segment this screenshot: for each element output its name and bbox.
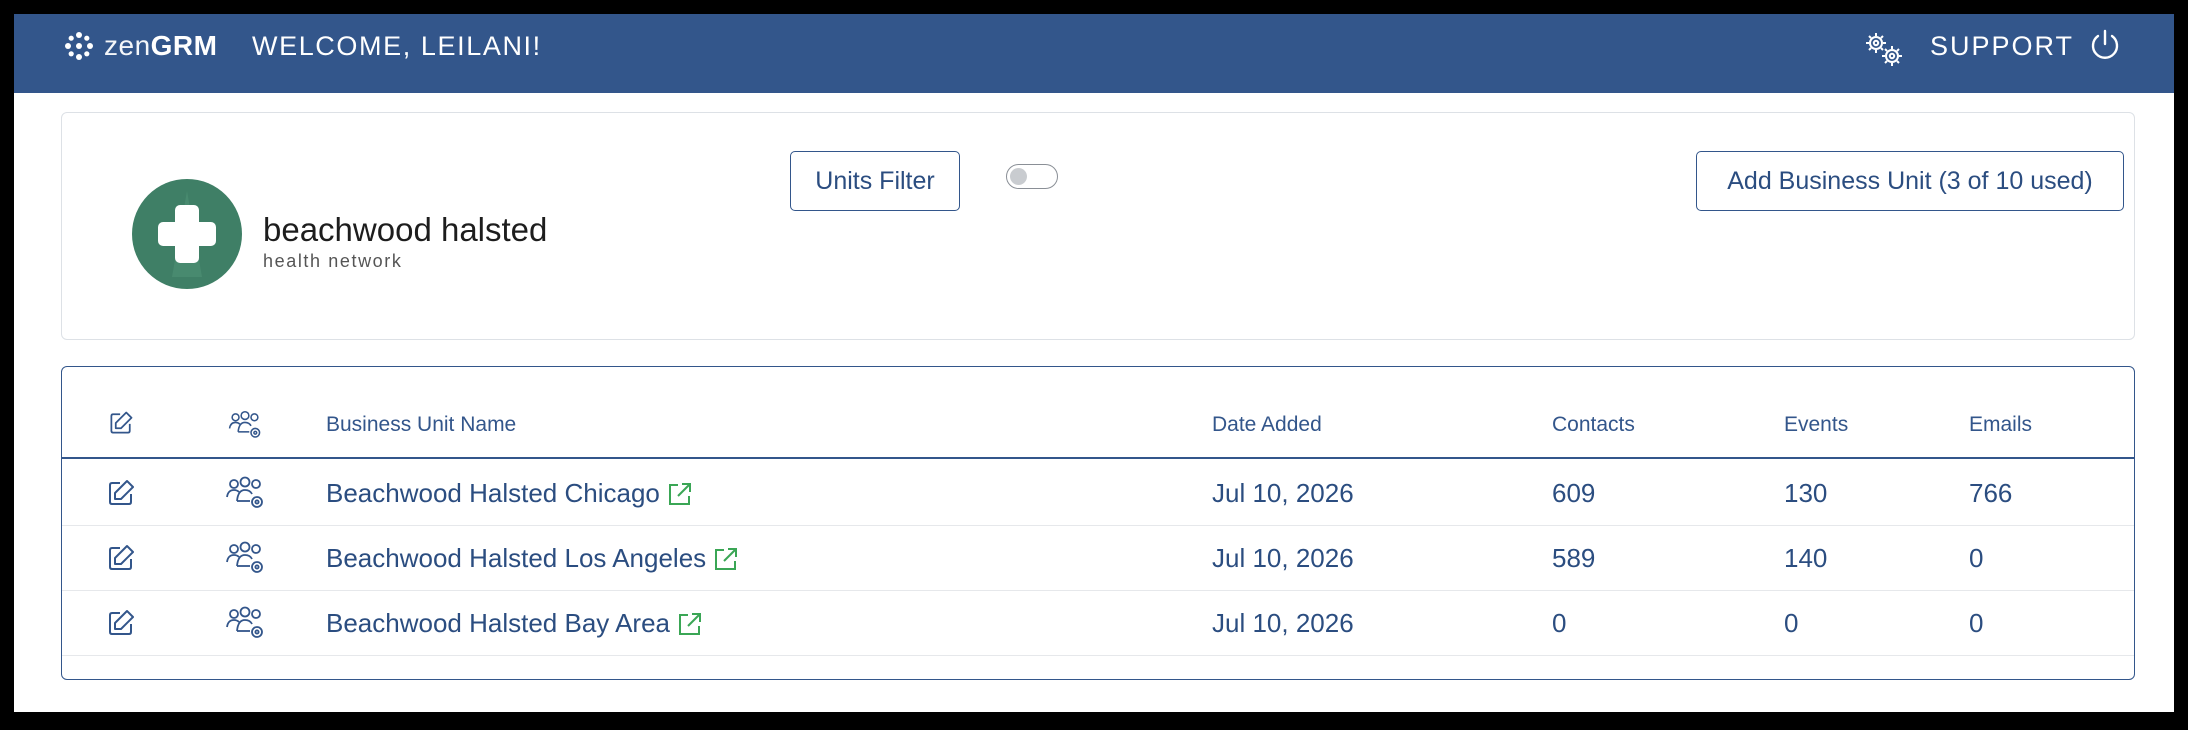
business-unit-link[interactable]: Beachwood Halsted Los Angeles [326,526,740,591]
contacts-count: 589 [1552,543,1596,573]
date-added: Jul 10, 2026 [1212,543,1354,573]
logo-grm: GRM [150,30,218,61]
power-logout-icon[interactable] [2088,28,2122,62]
contacts-count: 0 [1552,608,1567,638]
edit-icon[interactable] [105,607,137,639]
table-row: Beachwood Halsted Chicago Jul 10, 2026 6… [62,461,2134,526]
contacts-count: 609 [1552,478,1596,508]
app-frame: zenGRM WELCOME, LEILANI! SUPPORT beachwo… [14,14,2174,712]
logo-zen: zen [104,30,151,61]
organization-name: beachwood halsted [263,211,548,248]
business-unit-name[interactable]: Beachwood Halsted Chicago [326,461,660,526]
column-header-date[interactable]: Date Added [1212,413,1322,437]
organization-subtitle: health network [263,251,403,271]
toggle-knob [1010,168,1027,185]
users-settings-icon[interactable] [224,605,266,641]
edit-icon[interactable] [105,477,137,509]
external-link-icon[interactable] [712,545,740,573]
column-header-events[interactable]: Events [1784,413,1848,437]
units-filter-toggle[interactable] [1006,164,1058,189]
column-header-name[interactable]: Business Unit Name [326,413,516,437]
settings-gears-icon[interactable] [1862,29,1906,69]
table-row: Beachwood Halsted Bay Area Jul 10, 2026 … [62,591,2134,656]
external-link-icon[interactable] [666,480,694,508]
business-unit-link[interactable]: Beachwood Halsted Chicago [326,461,694,526]
welcome-message: WELCOME, LEILANI! [252,31,542,61]
events-count: 140 [1784,543,1828,573]
zengrm-logo[interactable]: zenGRM [62,26,217,66]
column-header-contacts[interactable]: Contacts [1552,413,1635,437]
table-row: Beachwood Halsted Los Angeles Jul 10, 20… [62,526,2134,591]
business-unit-name[interactable]: Beachwood Halsted Bay Area [326,591,670,656]
emails-count: 0 [1969,608,1984,638]
support-link[interactable]: SUPPORT [1930,14,2074,78]
users-settings-icon[interactable] [224,540,266,576]
emails-count: 766 [1969,478,2013,508]
edit-icon[interactable] [105,542,137,574]
business-units-table: Business Unit Name Date Added Contacts E… [61,366,2135,680]
table-header: Business Unit Name Date Added Contacts E… [62,367,2134,459]
date-added: Jul 10, 2026 [1212,478,1354,508]
medical-cross-logo-icon [132,179,242,289]
flower-logo-icon [65,32,93,60]
users-settings-header-icon [228,410,261,438]
logo-text: zenGRM [104,30,217,62]
users-settings-icon[interactable] [224,475,266,511]
organization-card: beachwood halsted health network Units F… [61,112,2135,340]
add-business-unit-button[interactable]: Add Business Unit (3 of 10 used) [1696,151,2124,211]
business-unit-link[interactable]: Beachwood Halsted Bay Area [326,591,704,656]
events-count: 130 [1784,478,1828,508]
date-added: Jul 10, 2026 [1212,608,1354,638]
edit-header-icon [110,411,133,434]
external-link-icon[interactable] [676,610,704,638]
column-header-emails[interactable]: Emails [1969,413,2032,437]
business-unit-name[interactable]: Beachwood Halsted Los Angeles [326,526,706,591]
units-filter-button[interactable]: Units Filter [790,151,960,211]
top-navbar: zenGRM WELCOME, LEILANI! SUPPORT [14,14,2174,93]
emails-count: 0 [1969,543,1984,573]
events-count: 0 [1784,608,1799,638]
